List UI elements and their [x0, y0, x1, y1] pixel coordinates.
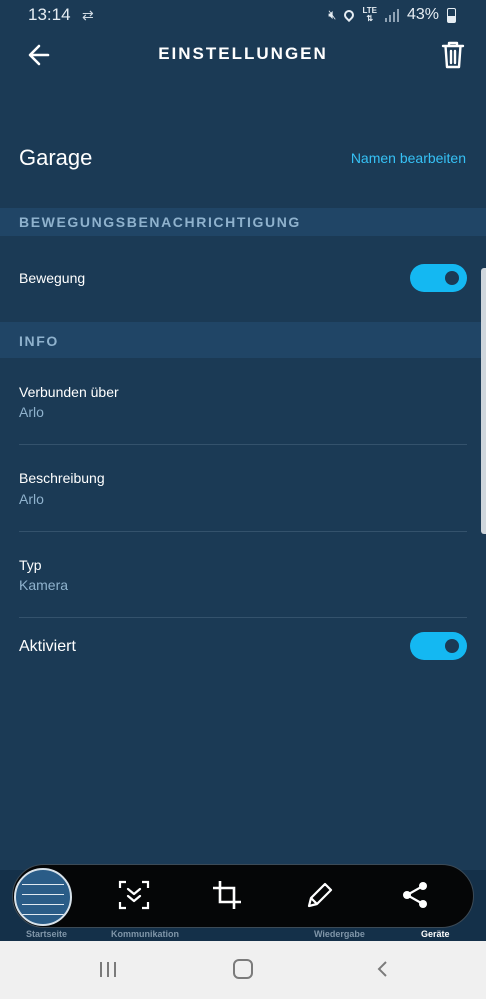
sync-icon: ⇄	[82, 7, 94, 23]
scrollbar[interactable]	[481, 268, 486, 534]
divider	[19, 531, 467, 532]
back-icon[interactable]	[374, 960, 392, 978]
description-value: Arlo	[19, 491, 44, 507]
page-title: EINSTELLUNGEN	[158, 44, 328, 63]
mute-icon: 🔇︎	[328, 7, 337, 22]
signal-icon	[384, 8, 399, 22]
recents-icon[interactable]	[100, 962, 116, 977]
motion-label: Bewegung	[19, 270, 86, 286]
status-time: 13:14	[28, 5, 71, 24]
nav-item-communication[interactable]: Kommunikation	[111, 929, 179, 939]
screenshot-thumbnail[interactable]	[14, 868, 72, 926]
status-icons: 🔇︎ LTE ⇅ 43%	[328, 4, 456, 26]
activated-label: Aktiviert	[19, 638, 76, 655]
nav-item-playback[interactable]: Wiedergabe	[314, 929, 365, 939]
toggle-knob	[445, 639, 459, 653]
motion-toggle[interactable]	[410, 264, 467, 292]
trash-icon[interactable]	[441, 41, 465, 69]
draw-icon[interactable]	[303, 878, 337, 912]
nav-item-devices[interactable]: Geräte	[421, 929, 450, 939]
location-icon	[342, 7, 357, 23]
section-title-info: INFO	[19, 333, 59, 349]
divider	[19, 444, 467, 445]
activated-toggle[interactable]	[410, 632, 467, 660]
battery-icon	[447, 7, 456, 23]
scroll-capture-icon[interactable]	[117, 878, 151, 912]
device-name: Garage	[19, 145, 93, 170]
description-label: Beschreibung	[19, 470, 105, 486]
section-title-motion: BEWEGUNGSBENACHRICHTIGUNG	[19, 214, 301, 230]
type-value: Kamera	[19, 577, 69, 593]
section-header-motion: BEWEGUNGSBENACHRICHTIGUNG	[0, 208, 486, 236]
divider	[19, 617, 467, 618]
crop-icon[interactable]	[210, 878, 244, 912]
section-header-info: INFO	[0, 322, 486, 358]
nav-item-home[interactable]: Startseite	[26, 929, 67, 939]
battery-percentage: 43%	[406, 6, 439, 23]
status-bar: 13:14 ⇄ 🔇︎ LTE ⇅ 43%	[0, 0, 486, 30]
edit-name-link[interactable]: Namen bearbeiten	[351, 150, 466, 166]
connected-via-label: Verbunden über	[19, 384, 119, 400]
toggle-knob	[445, 271, 459, 285]
type-label: Typ	[19, 557, 42, 573]
network-type: LTE ⇅	[362, 6, 377, 23]
connected-via-value: Arlo	[19, 404, 44, 420]
share-icon[interactable]	[398, 878, 432, 912]
home-icon[interactable]	[233, 959, 253, 979]
